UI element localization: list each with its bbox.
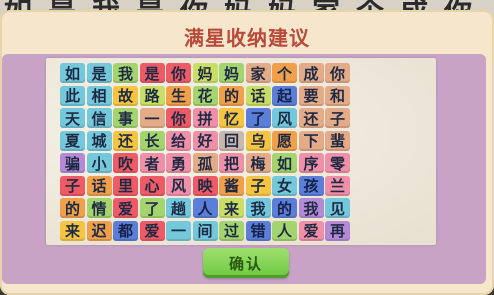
tile[interactable]: 拼: [192, 108, 218, 128]
tile[interactable]: 还: [298, 108, 324, 128]
tile[interactable]: 趟: [166, 198, 191, 218]
tile[interactable]: 天: [60, 108, 85, 128]
tile[interactable]: 了: [245, 108, 271, 128]
tile[interactable]: 里: [113, 175, 138, 196]
tile[interactable]: 故: [113, 85, 138, 106]
tile[interactable]: 还: [113, 130, 138, 151]
tile[interactable]: 风: [166, 175, 191, 196]
tile[interactable]: 愿: [272, 130, 297, 151]
tile[interactable]: 我: [245, 198, 271, 218]
tile[interactable]: 风: [272, 108, 297, 128]
tile[interactable]: 生: [166, 85, 191, 106]
tile[interactable]: 我: [113, 63, 138, 83]
suggestion-dialog: 满星收纳建议 如是我是你妈妈家个成你此相故路生花的话起要和天信事一你拼忆了风还子…: [0, 10, 494, 295]
tile[interactable]: 事: [113, 108, 138, 128]
tile[interactable]: 心: [139, 175, 165, 196]
tile[interactable]: 迟: [86, 220, 112, 241]
tile[interactable]: 忆: [219, 108, 244, 128]
tile[interactable]: 是: [86, 63, 112, 83]
tile[interactable]: 爱: [113, 198, 138, 218]
tile[interactable]: 一: [139, 108, 165, 128]
tile[interactable]: 序: [298, 153, 324, 173]
confirm-button[interactable]: 确认: [203, 248, 289, 278]
tile[interactable]: 过: [219, 220, 244, 241]
tile[interactable]: 孤: [192, 153, 218, 173]
tile[interactable]: 成: [298, 63, 324, 83]
tile[interactable]: 的: [272, 198, 297, 218]
tile[interactable]: 路: [139, 85, 165, 106]
tile[interactable]: 妈: [192, 63, 218, 83]
tile[interactable]: 个: [272, 63, 297, 83]
tile[interactable]: 爱: [298, 220, 324, 241]
tile[interactable]: 话: [86, 175, 112, 196]
tile[interactable]: 一: [166, 220, 191, 241]
tile[interactable]: 孩: [298, 175, 324, 196]
tile[interactable]: 下: [298, 130, 324, 151]
tile[interactable]: 小: [86, 153, 112, 173]
tile[interactable]: 都: [113, 220, 138, 241]
tile[interactable]: 子: [245, 175, 271, 196]
tile[interactable]: 错: [245, 220, 271, 241]
tile[interactable]: 来: [219, 198, 244, 218]
tile[interactable]: 兰: [325, 175, 350, 196]
tile[interactable]: 你: [325, 63, 350, 83]
tile[interactable]: 蜚: [325, 130, 350, 151]
tile[interactable]: 了: [139, 198, 165, 218]
tile[interactable]: 酱: [219, 175, 244, 196]
tile[interactable]: 间: [192, 220, 218, 241]
tile[interactable]: 长: [139, 130, 165, 151]
tile[interactable]: 要: [298, 85, 324, 106]
tile[interactable]: 的: [219, 85, 244, 106]
tile[interactable]: 花: [192, 85, 218, 106]
tile[interactable]: 见: [325, 198, 350, 218]
tile[interactable]: 此: [60, 85, 85, 106]
tile[interactable]: 回: [219, 130, 244, 151]
tile[interactable]: 把: [219, 153, 244, 173]
tile[interactable]: 人: [192, 198, 218, 218]
tile[interactable]: 相: [86, 85, 112, 106]
tile[interactable]: 吹: [113, 153, 138, 173]
tile[interactable]: 的: [60, 198, 85, 218]
tile[interactable]: 城: [86, 130, 112, 151]
tile[interactable]: 映: [192, 175, 218, 196]
dialog-title: 满星收纳建议: [184, 26, 310, 50]
tile[interactable]: 爱: [139, 220, 165, 241]
tile[interactable]: 骗: [60, 153, 85, 173]
tile[interactable]: 乌: [245, 130, 271, 151]
tile[interactable]: 女: [272, 175, 297, 196]
tile[interactable]: 和: [325, 85, 350, 106]
tile[interactable]: 夏: [60, 130, 85, 151]
tile[interactable]: 好: [192, 130, 218, 151]
tile[interactable]: 信: [86, 108, 112, 128]
tile[interactable]: 是: [139, 63, 165, 83]
tile[interactable]: 给: [166, 130, 191, 151]
tile[interactable]: 如: [272, 153, 297, 173]
tile[interactable]: 话: [245, 85, 271, 106]
tile[interactable]: 再: [325, 220, 350, 241]
tile[interactable]: 梅: [245, 153, 271, 173]
tile[interactable]: 子: [60, 175, 85, 196]
tile[interactable]: 我: [298, 198, 324, 218]
tile[interactable]: 你: [166, 108, 191, 128]
tile[interactable]: 零: [325, 153, 350, 173]
tile[interactable]: 来: [60, 220, 85, 241]
tile[interactable]: 起: [272, 85, 297, 106]
tile[interactable]: 家: [245, 63, 271, 83]
tile[interactable]: 者: [139, 153, 165, 173]
tile[interactable]: 如: [60, 63, 85, 83]
tile[interactable]: 妈: [219, 63, 244, 83]
tile-grid: 如是我是你妈妈家个成你此相故路生花的话起要和天信事一你拼忆了风还子夏城还长给好回…: [60, 63, 351, 242]
tile[interactable]: 你: [166, 63, 191, 83]
tile[interactable]: 人: [272, 220, 297, 241]
tile[interactable]: 子: [325, 108, 350, 128]
tile[interactable]: 情: [86, 198, 112, 218]
tile[interactable]: 勇: [166, 153, 191, 173]
